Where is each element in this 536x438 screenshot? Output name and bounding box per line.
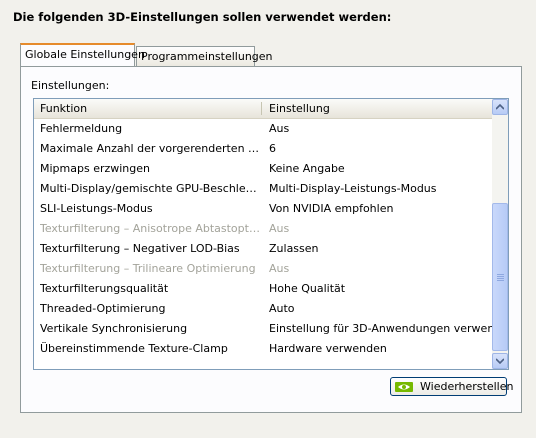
row-setting-value[interactable]: Aus xyxy=(269,122,289,135)
row-feature-name: SLI-Leistungs-Modus xyxy=(40,202,153,215)
column-header-feature[interactable]: Funktion xyxy=(40,102,87,115)
row-setting-value: Aus xyxy=(269,222,290,235)
row-feature-name: Threaded-Optimierung xyxy=(40,302,166,315)
row-setting-value[interactable]: Zulassen xyxy=(269,242,319,255)
tab-program-settings[interactable]: Programmeinstellungen xyxy=(136,46,273,66)
chevron-down-icon xyxy=(496,358,504,364)
settings-list[interactable]: Funktion Einstellung Fehlermeldung Aus Max… xyxy=(33,98,509,370)
row-feature-name: Multi-Display/gemischte GPU-Beschleunigu… xyxy=(40,182,260,195)
grip-line xyxy=(497,280,504,281)
table-row[interactable]: Mipmaps erzwingen Keine Angabe xyxy=(34,160,492,180)
row-setting-value[interactable]: Keine Angabe xyxy=(269,162,345,175)
column-header-setting[interactable]: Einstellung xyxy=(269,102,330,115)
scroll-up-button[interactable] xyxy=(492,99,508,115)
nvidia-logo-icon xyxy=(395,382,413,392)
column-divider[interactable] xyxy=(261,102,262,115)
grip-line xyxy=(497,276,504,277)
grip-line xyxy=(497,278,504,279)
vertical-scrollbar[interactable] xyxy=(492,99,508,369)
row-feature-name: Texturfilterungsqualität xyxy=(40,282,169,295)
table-row: Texturfilterung – Anisotrope Abtastoptim… xyxy=(34,220,492,240)
scroll-thumb[interactable] xyxy=(492,203,508,351)
row-setting-value[interactable]: Auto xyxy=(269,302,295,315)
table-row[interactable]: Maximale Anzahl der vorgerenderten Einz.… xyxy=(34,140,492,160)
table-row[interactable]: Threaded-Optimierung Auto xyxy=(34,300,492,320)
row-setting-value[interactable]: Hohe Qualität xyxy=(269,282,345,295)
list-header: Funktion Einstellung xyxy=(34,99,492,119)
row-feature-name: Übereinstimmende Texture-Clamp xyxy=(40,342,228,355)
row-feature-name: Texturfilterung – Trilineare Optimierung xyxy=(40,262,256,275)
row-setting-value[interactable]: 6 xyxy=(269,142,276,155)
restore-button[interactable]: Wiederherstellen xyxy=(390,377,513,396)
row-setting-value: Aus xyxy=(269,262,290,275)
row-feature-name: Fehlermeldung xyxy=(40,122,123,135)
row-feature-name: Texturfilterung – Anisotrope Abtastoptim… xyxy=(40,222,260,235)
tab-global-settings[interactable]: Globale Einstellungen xyxy=(20,43,145,66)
row-setting-value[interactable]: Einstellung für 3D-Anwendungen verwenden xyxy=(269,322,508,335)
settings-label: Einstellungen: xyxy=(31,79,110,92)
row-setting-value[interactable]: Von NVIDIA empfohlen xyxy=(269,202,393,215)
row-feature-name: Maximale Anzahl der vorgerenderten Einz.… xyxy=(40,142,260,155)
settings-rows: Fehlermeldung Aus Maximale Anzahl der vorg… xyxy=(34,120,508,360)
table-row[interactable]: Fehlermeldung Aus xyxy=(34,120,492,140)
page-heading: Die folgenden 3D-Einstellungen sollen ve… xyxy=(13,10,392,24)
row-feature-name: Vertikale Synchronisierung xyxy=(40,322,188,335)
table-row[interactable]: Texturfilterung – Negativer LOD-Bias Zula… xyxy=(34,240,492,260)
table-row[interactable]: Vertikale Synchronisierung Einstellung fü… xyxy=(34,320,508,340)
table-row[interactable]: Texturfilterungsqualität Hohe Qualität xyxy=(34,280,492,300)
row-setting-value[interactable]: Multi-Display-Leistungs-Modus xyxy=(269,182,437,195)
table-row[interactable]: Übereinstimmende Texture-Clamp Hardware v… xyxy=(34,340,492,360)
row-feature-name: Mipmaps erzwingen xyxy=(40,162,151,175)
table-row[interactable]: Multi-Display/gemischte GPU-Beschleunigu… xyxy=(34,180,492,200)
table-row: Texturfilterung – Trilineare Optimierung… xyxy=(34,260,492,280)
grip-line xyxy=(497,274,504,275)
row-setting-value[interactable]: Hardware verwenden xyxy=(269,342,387,355)
table-row[interactable]: SLI-Leistungs-Modus Von NVIDIA empfohlen xyxy=(34,200,492,220)
row-feature-name: Texturfilterung – Negativer LOD-Bias xyxy=(40,242,240,255)
tab-panel: Einstellungen: Funktion Einstellung Fehl… xyxy=(20,66,522,413)
restore-button-label: Wiederherstellen xyxy=(420,380,514,393)
chevron-up-icon xyxy=(496,104,504,110)
scroll-down-button[interactable] xyxy=(492,353,508,369)
